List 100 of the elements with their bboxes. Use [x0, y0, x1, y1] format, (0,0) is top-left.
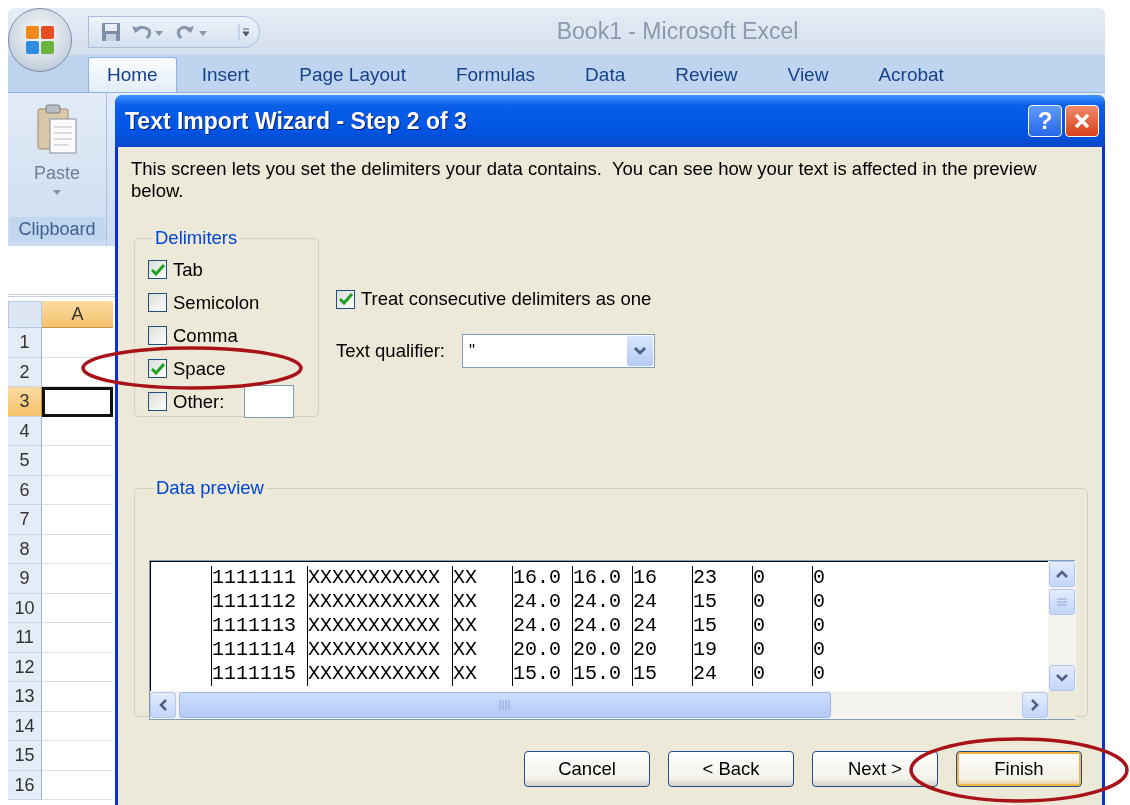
- preview-cell: 19: [692, 638, 752, 662]
- checkbox[interactable]: [148, 359, 167, 378]
- dialog-button[interactable]: Cancel: [524, 751, 650, 787]
- preview-cell: 16.0: [512, 566, 572, 590]
- preview-cell: 15: [632, 662, 692, 686]
- row-header[interactable]: 13: [8, 682, 42, 712]
- preview-cell: 15: [692, 614, 752, 638]
- preview-cell: 24.0: [512, 590, 572, 614]
- preview-cell: 24: [692, 662, 752, 686]
- ribbon-tab[interactable]: Formulas: [430, 58, 561, 92]
- checkbox[interactable]: [148, 392, 167, 411]
- preview-cell: 15: [692, 590, 752, 614]
- chevron-left-icon: [159, 699, 167, 711]
- chevron-down-icon: [633, 346, 647, 356]
- ribbon-tab[interactable]: Home: [88, 57, 177, 92]
- instruction-text: This screen lets you set the delimiters your data contains. You can see how your text is affected in the preview below.: [131, 158, 1038, 202]
- preview-cell: 15.0: [572, 662, 632, 686]
- preview-cell: 0: [752, 614, 812, 638]
- row-header[interactable]: 5: [8, 446, 42, 476]
- preview-cell: 0: [812, 662, 952, 686]
- horizontal-scrollbar[interactable]: [150, 691, 1048, 719]
- field-label: Text qualifier:: [336, 340, 445, 362]
- row-header[interactable]: 10: [8, 593, 42, 623]
- scroll-thumb[interactable]: [1049, 589, 1075, 615]
- checkbox-label[interactable]: Semicolon: [173, 291, 260, 314]
- scroll-thumb[interactable]: [179, 692, 831, 718]
- row-header[interactable]: 15: [8, 741, 42, 771]
- row-header[interactable]: 16: [8, 770, 42, 800]
- row-header[interactable]: 6: [8, 475, 42, 505]
- preview-cell: 20.0: [512, 638, 572, 662]
- caret-icon[interactable]: [53, 190, 61, 195]
- checkbox-label[interactable]: Tab: [173, 258, 203, 281]
- scroll-right-button[interactable]: [1022, 692, 1048, 718]
- row-header[interactable]: 7: [8, 505, 42, 535]
- scroll-up-button[interactable]: [1049, 561, 1075, 587]
- preview-cell: 0: [752, 662, 812, 686]
- window-title: Book1 - Microsoft Excel: [555, 18, 800, 45]
- preview-cell: XXXXXXXXXXX: [307, 590, 452, 614]
- scroll-left-button[interactable]: [150, 692, 176, 718]
- checkbox-label[interactable]: Treat consecutive delimiters as one: [361, 288, 652, 310]
- group-label: Data preview: [155, 477, 265, 499]
- column-header[interactable]: A: [42, 301, 113, 328]
- preview-cell: 0: [812, 590, 952, 614]
- row-header[interactable]: 11: [8, 623, 42, 653]
- preview-cell: XX: [452, 662, 512, 686]
- ribbon-tab[interactable]: Review: [650, 58, 763, 92]
- checkbox[interactable]: [148, 260, 167, 279]
- row-header[interactable]: 1: [8, 328, 42, 358]
- preview-cell: XX: [452, 638, 512, 662]
- chevron-right-icon: [1031, 699, 1039, 711]
- ribbon-tab[interactable]: Acrobat: [853, 58, 969, 92]
- other-delimiter-field[interactable]: [244, 385, 295, 418]
- preview-cell: 1111113: [211, 614, 307, 638]
- preview-cell: 20: [632, 638, 692, 662]
- row-header[interactable]: 8: [8, 534, 42, 564]
- group-label: Delimiters: [154, 227, 239, 249]
- preview-cell: 24: [632, 614, 692, 638]
- close-button[interactable]: [1065, 105, 1099, 137]
- row-header[interactable]: 2: [8, 357, 42, 387]
- row-header[interactable]: 4: [8, 416, 42, 446]
- checkbox[interactable]: [336, 289, 355, 309]
- preview-cell: 16.0: [572, 566, 632, 590]
- row-header[interactable]: 3: [8, 387, 42, 417]
- dialog-button[interactable]: < Back: [668, 751, 794, 787]
- preview-cell: XXXXXXXXXXX: [307, 566, 452, 590]
- row-header[interactable]: 9: [8, 564, 42, 594]
- preview-cell: XXXXXXXXXXX: [307, 614, 452, 638]
- text-qualifier-dropdown[interactable]: ": [462, 334, 655, 368]
- close-icon: [1073, 112, 1091, 130]
- preview-cell: 24.0: [572, 590, 632, 614]
- row-header[interactable]: 14: [8, 711, 42, 741]
- preview-cell: XXXXXXXXXXX: [307, 662, 452, 686]
- group-label: Clipboard: [9, 217, 105, 242]
- vertical-scrollbar[interactable]: [1048, 561, 1076, 691]
- preview-cell: 1111115: [211, 662, 307, 686]
- clipboard-icon[interactable]: [36, 103, 78, 155]
- preview-cell: 1111111: [211, 566, 307, 590]
- chevron-up-icon: [1056, 570, 1068, 578]
- preview-cell: 0: [812, 638, 952, 662]
- checkbox-label[interactable]: Comma: [173, 324, 238, 347]
- ribbon-tab[interactable]: View: [762, 58, 854, 92]
- checkbox[interactable]: [148, 293, 167, 312]
- ribbon-tab[interactable]: Insert: [176, 58, 275, 92]
- checkbox-label[interactable]: Other:: [173, 390, 225, 413]
- active-cell[interactable]: [42, 387, 113, 417]
- scrollbar-corner: [1048, 691, 1076, 719]
- preview-cell: 0: [752, 566, 812, 590]
- ribbon-tab[interactable]: Page Layout: [274, 58, 431, 92]
- checkbox-label[interactable]: Space: [173, 357, 226, 380]
- row-header[interactable]: 12: [8, 652, 42, 682]
- save-icon[interactable]: [101, 21, 121, 42]
- dialog-button[interactable]: Next >: [812, 751, 938, 787]
- preview-cell: 1111112: [211, 590, 307, 614]
- preview-cell: 0: [812, 566, 952, 590]
- ribbon-tab[interactable]: Data: [560, 58, 651, 92]
- checkbox[interactable]: [148, 326, 167, 345]
- scroll-down-button[interactable]: [1049, 665, 1075, 691]
- preview-cell: XX: [452, 566, 512, 590]
- dialog-button[interactable]: Finish: [956, 751, 1082, 787]
- dialog-title: Text Import Wizard - Step 2 of 3: [125, 107, 468, 135]
